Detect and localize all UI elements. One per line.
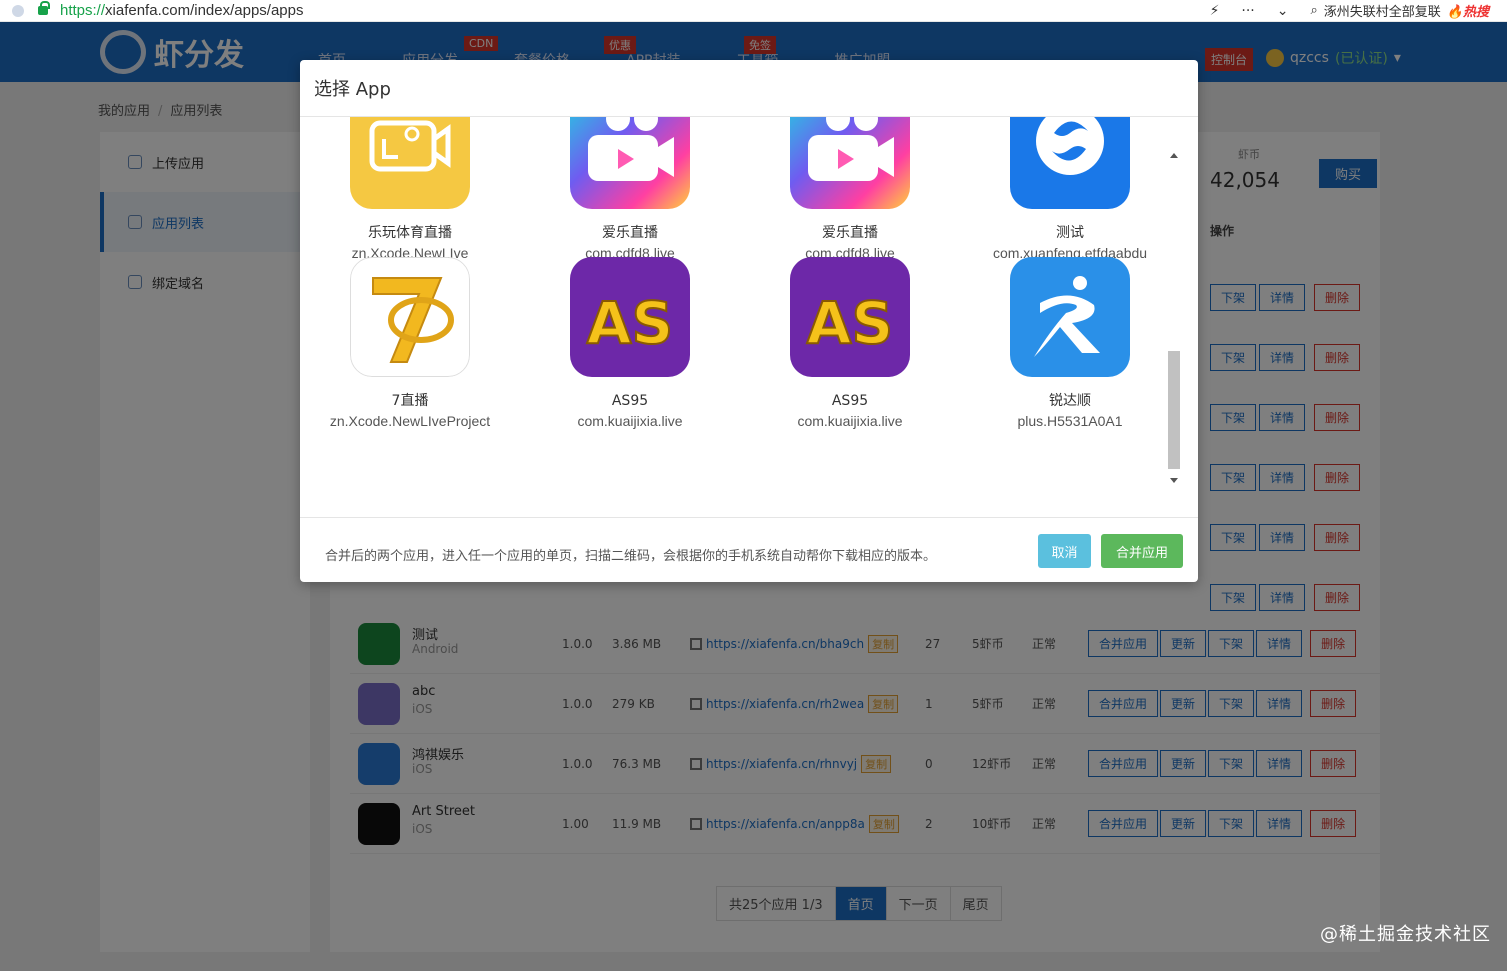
lock-icon (38, 1, 50, 15)
r-logo-icon (1010, 257, 1130, 377)
search-suggestion: 涿州失联村全部复联 (1323, 5, 1441, 20)
url-scheme: https:// (60, 2, 106, 19)
more-icon[interactable]: ··· (1241, 3, 1254, 19)
scroll-up-icon[interactable] (1170, 153, 1178, 158)
cancel-button[interactable]: 取消 (1038, 534, 1091, 568)
as-logo-icon: AS (570, 257, 690, 377)
app-option-bundle-id: com.kuaijixia.live (577, 413, 683, 429)
app-option[interactable]: AS AS95 com.kuaijixia.live (520, 257, 740, 431)
scroll-down-icon[interactable] (1170, 478, 1178, 483)
app-option[interactable]: 爱乐直播 com.cdfd8.live (520, 117, 740, 263)
app-option-name: 爱乐直播 (602, 225, 658, 241)
browser-toolbar: https://xiafenfa.com/index/apps/apps ⚡ ·… (0, 0, 1507, 22)
address-bar[interactable]: https://xiafenfa.com/index/apps/apps (60, 2, 304, 19)
app-option[interactable]: 7直播 zn.Xcode.NewLIveProject (300, 257, 520, 431)
tv-camera-icon (350, 117, 470, 209)
watermark: @稀土掘金技术社区 (1320, 924, 1491, 945)
app-option[interactable]: 锐达顺 plus.H5531A0A1 (960, 257, 1180, 431)
merge-app-button[interactable]: 合并应用 (1101, 534, 1183, 568)
svg-text:AS: AS (587, 289, 674, 357)
modal-footer: 合并后的两个应用，进入任一个应用的单页，扫描二维码，会根据你的手机系统自动帮你下… (300, 517, 1198, 582)
app-option-name: AS95 (831, 393, 869, 409)
app-option-name: 乐玩体育直播 (368, 225, 452, 241)
app-option-name: 7直播 (391, 393, 429, 409)
app-option-bundle-id: zn.Xcode.NewLIveProject (329, 413, 491, 429)
modal-title: 选择 App (300, 60, 1198, 117)
select-app-modal: 选择 App 乐玩体育直播 zn.Xcode.NewLIve 爱乐直播 com.cdf… (300, 60, 1198, 582)
video-camera-icon (570, 117, 690, 209)
video-camera-icon (790, 117, 910, 209)
site-favicon-icon (12, 4, 24, 17)
app-option[interactable]: 爱乐直播 com.cdfd8.live (740, 117, 960, 263)
svg-text:AS: AS (807, 289, 894, 357)
modal-scrollbar[interactable] (1166, 147, 1182, 487)
scroll-thumb[interactable] (1168, 351, 1180, 469)
url-path: xiafenfa.com/index/apps/apps (105, 2, 304, 19)
app-option-name: AS95 (611, 393, 649, 409)
app-option[interactable]: AS AS95 com.kuaijixia.live (740, 257, 960, 431)
app-option-bundle-id: com.kuaijixia.live (797, 413, 903, 429)
chevron-down-icon[interactable]: ⌄ (1277, 3, 1289, 19)
hot-search-badge: 🔥热搜 (1446, 5, 1489, 20)
app-option-name: 锐达顺 (1049, 393, 1091, 409)
as-logo-icon: AS (790, 257, 910, 377)
browser-search[interactable]: ⌕ 涿州失联村全部复联 🔥热搜 (1311, 1, 1490, 20)
app-option-name: 爱乐直播 (822, 225, 878, 241)
seven-film-icon (350, 257, 470, 377)
app-option[interactable]: 测试 com.xuanfeng.etfdaabdu (960, 117, 1180, 263)
app-grid: 乐玩体育直播 zn.Xcode.NewLIve 爱乐直播 com.cdfd8.live… (300, 117, 1198, 517)
app-option-bundle-id: plus.H5531A0A1 (1017, 413, 1123, 429)
app-option-name: 测试 (1056, 225, 1084, 241)
lightning-icon[interactable]: ⚡ (1210, 3, 1220, 19)
search-icon: ⌕ (1310, 3, 1318, 18)
app-option[interactable]: 乐玩体育直播 zn.Xcode.NewLIve (300, 117, 520, 263)
merge-hint: 合并后的两个应用，进入任一个应用的单页，扫描二维码，会根据你的手机系统自动帮你下… (325, 549, 937, 564)
swirl-icon (1010, 117, 1130, 209)
